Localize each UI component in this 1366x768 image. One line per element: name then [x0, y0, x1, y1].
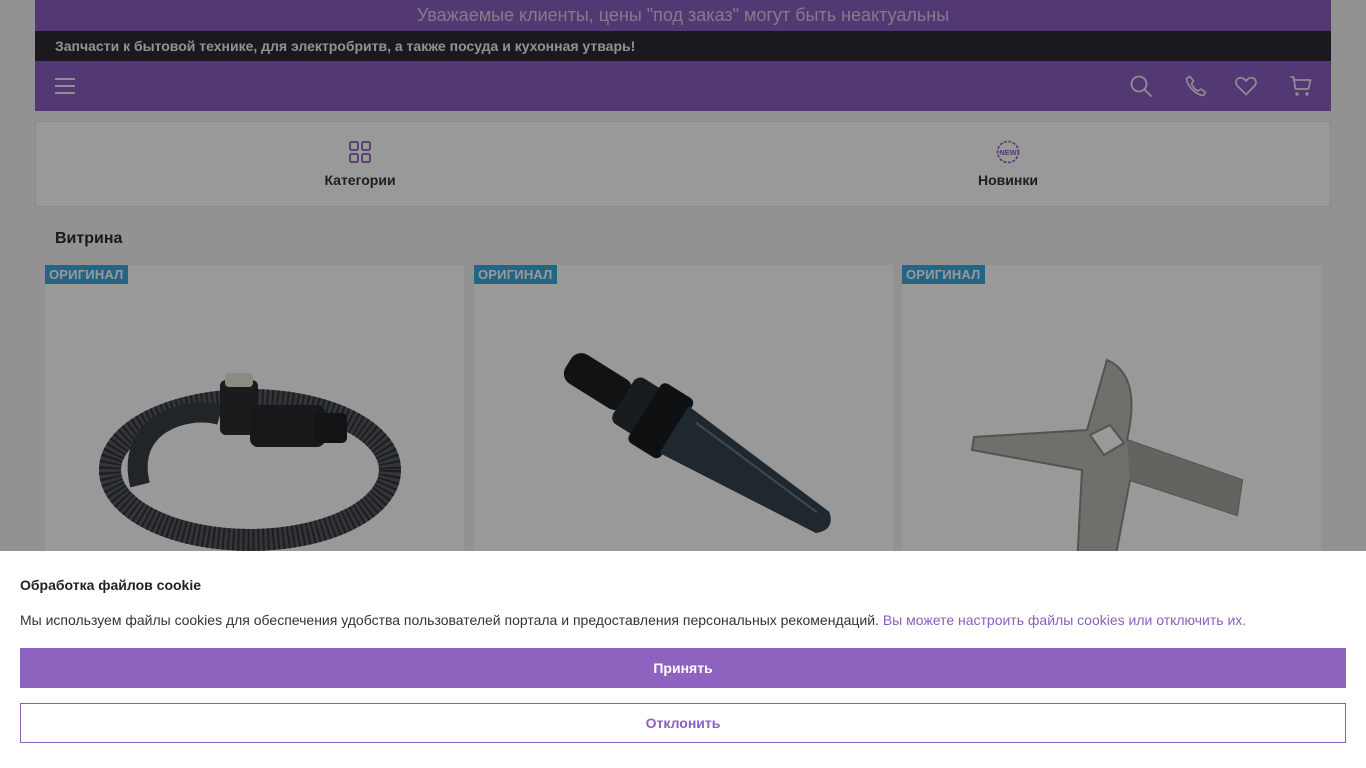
page: Уважаемые клиенты, цены "под заказ" могу… — [0, 0, 1366, 768]
cookie-description: Мы используем файлы cookies для обеспече… — [20, 612, 1246, 628]
cookie-consent-panel: Обработка файлов cookie Мы используем фа… — [0, 551, 1366, 768]
accept-cookies-button[interactable]: Принять — [20, 648, 1346, 688]
cookie-title: Обработка файлов cookie — [20, 577, 202, 593]
decline-cookies-button[interactable]: Отклонить — [20, 703, 1346, 743]
cookie-description-text: Мы используем файлы cookies для обеспече… — [20, 612, 879, 628]
cookie-settings-link[interactable]: Вы можете настроить файлы cookies или от… — [883, 612, 1246, 628]
